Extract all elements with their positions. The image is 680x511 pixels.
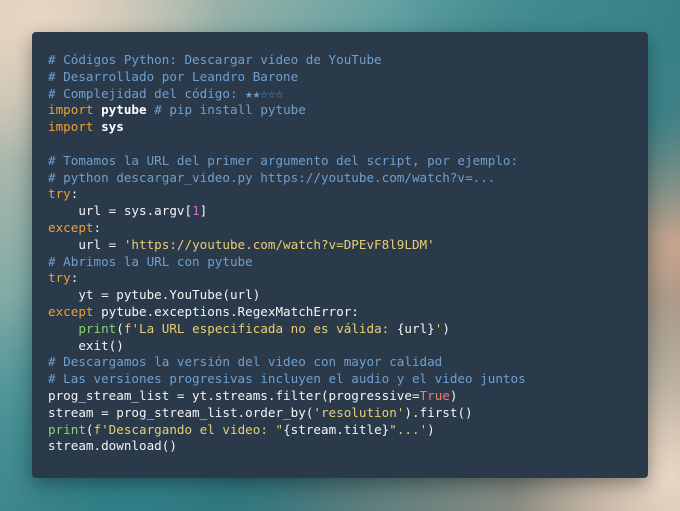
- code-line: try:: [48, 270, 632, 287]
- code-line: # Códigos Python: Descargar video de You…: [48, 52, 632, 69]
- code-token: (: [85, 421, 94, 437]
- code-token: 'https://youtube.com/watch?v=DPEvF8l9LDM…: [123, 236, 435, 252]
- code-token: sys: [101, 119, 124, 135]
- code-token: # Códigos Python: Descargar video de You…: [48, 52, 382, 67]
- code-token: :: [70, 186, 79, 202]
- code-token: # Las versiones progresivas incluyen el …: [48, 371, 526, 387]
- code-token: url = sys.argv[: [48, 203, 193, 219]
- code-token: try: [48, 270, 71, 286]
- code-token: stream.download(): [48, 438, 177, 454]
- code-token: # Complejidad del código: ★★☆☆☆: [48, 85, 284, 101]
- code-line: url = 'https://youtube.com/watch?v=DPEvF…: [48, 237, 632, 254]
- code-line: except pytube.exceptions.RegexMatchError…: [48, 304, 632, 321]
- code-token: # python descargar_video.py https://yout…: [48, 169, 496, 185]
- code-line: print(f'Descargando el video: "{stream.t…: [48, 422, 632, 439]
- code-token: exit(): [48, 337, 124, 353]
- code-token: # Descargamos la versión del video con m…: [48, 354, 443, 370]
- code-line: stream = prog_stream_list.order_by('reso…: [48, 405, 632, 422]
- code-token: # Tomamos la URL del primer argumento de…: [48, 152, 519, 168]
- code-line: # Tomamos la URL del primer argumento de…: [48, 153, 632, 170]
- code-line: print(f'La URL especificada no es válida…: [48, 321, 632, 338]
- code-token: yt = pytube.YouTube(url): [48, 287, 261, 303]
- code-line: import pytube # pip install pytube: [48, 102, 632, 119]
- code-token: ): [449, 387, 458, 403]
- code-token: True: [419, 387, 450, 403]
- code-token: url =: [48, 236, 124, 252]
- code-token: # Desarrollado por Leandro Barone: [48, 68, 299, 84]
- code-token: (: [116, 320, 124, 336]
- code-token: pytube: [101, 102, 147, 118]
- code-snippet-card: # Códigos Python: Descargar video de You…: [32, 32, 648, 478]
- code-token: {stream.title}: [283, 421, 390, 437]
- code-line: # Las versiones progresivas incluyen el …: [48, 371, 632, 388]
- code-token: except: [48, 303, 94, 319]
- code-token: print: [48, 421, 86, 437]
- code-line: try:: [48, 186, 632, 203]
- code-token: f'Descargando el video: ": [93, 421, 284, 437]
- code-token: "...': [389, 421, 428, 437]
- code-token: ]: [199, 203, 208, 219]
- code-token: try: [48, 186, 71, 202]
- code-line: except:: [48, 220, 632, 237]
- code-token: import: [48, 119, 94, 135]
- code-token: import: [48, 102, 94, 118]
- code-token: ).first(): [404, 404, 473, 420]
- code-line: # Complejidad del código: ★★☆☆☆: [48, 86, 632, 103]
- code-token: stream = prog_stream_list.order_by(: [48, 404, 314, 420]
- code-token: except: [48, 219, 94, 235]
- code-token: 1: [192, 203, 200, 219]
- code-line: # python descargar_video.py https://yout…: [48, 170, 632, 187]
- code-line: url = sys.argv[1]: [48, 203, 632, 220]
- code-token: # Abrimos la URL con pytube: [48, 253, 253, 269]
- code-line: # Descargamos la versión del video con m…: [48, 354, 632, 371]
- code-token: {url}: [396, 320, 435, 336]
- code-line: # Abrimos la URL con pytube: [48, 254, 632, 271]
- code-token: prog_stream_list = yt.streams.filter(pro…: [48, 387, 420, 403]
- code-token: :: [93, 219, 102, 235]
- code-token: f'La URL especificada no es válida:: [123, 320, 397, 336]
- code-line: yt = pytube.YouTube(url): [48, 287, 632, 304]
- code-token: 'resolution': [313, 404, 405, 420]
- code-line: stream.download(): [48, 438, 632, 455]
- code-token: ): [442, 320, 450, 336]
- python-code-block: # Códigos Python: Descargar video de You…: [48, 52, 632, 455]
- wallpaper-background: { "lines": [ [{"c":"c","t":"# Códigos Py…: [0, 0, 680, 511]
- code-token: pytube.exceptions.RegexMatchError:: [93, 303, 359, 319]
- code-line: import sys: [48, 119, 632, 136]
- code-line: prog_stream_list = yt.streams.filter(pro…: [48, 388, 632, 405]
- code-token: print: [78, 320, 117, 336]
- code-line: exit(): [48, 338, 632, 355]
- code-token: # pip install pytube: [154, 102, 306, 118]
- code-token: ): [427, 421, 435, 437]
- code-line: # Desarrollado por Leandro Barone: [48, 69, 632, 86]
- code-token: :: [70, 270, 79, 286]
